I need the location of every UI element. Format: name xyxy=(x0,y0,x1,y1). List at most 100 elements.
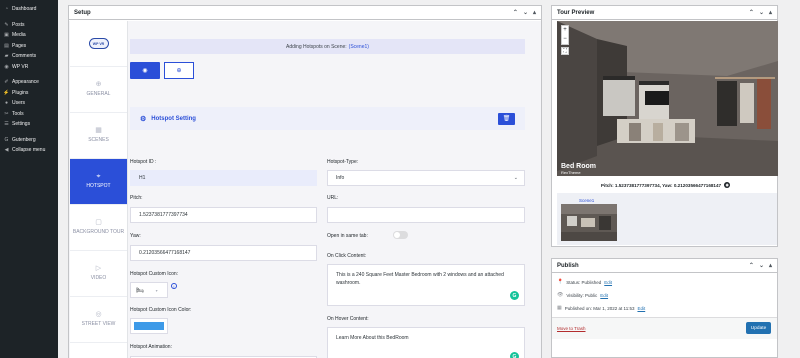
logo-text: WP VR xyxy=(88,38,109,49)
scene-subtitle: RexTheme xyxy=(561,170,581,175)
sidebar-item-users[interactable]: ● Users xyxy=(0,98,58,109)
tour-preview-header: Tour Preview ⌃ ⌄ ▴ xyxy=(552,6,777,20)
sidebar-item-label: Dashboard xyxy=(12,6,37,13)
sidebar-item-posts[interactable]: ✎ Posts xyxy=(0,20,58,31)
move-up-icon[interactable]: ⌃ xyxy=(749,262,754,269)
sidebar-item-label: Settings xyxy=(12,121,31,128)
sidebar-item-dashboard[interactable]: ◔ Dashboard xyxy=(0,4,58,15)
panorama-viewer[interactable]: + − ⛶ Bed Room RexTheme xyxy=(557,21,778,176)
on-hover-label: On Hover Content: xyxy=(327,316,369,322)
move-down-icon[interactable]: ⌄ xyxy=(523,9,528,16)
scene1-thumbnail-image xyxy=(561,204,617,241)
move-down-icon[interactable]: ⌄ xyxy=(759,9,764,16)
plus-circle-icon: ⊕ xyxy=(176,68,182,74)
on-click-text: This is a 240 Square Feet Master Bedroom… xyxy=(336,272,504,286)
hotspot-setting-title: Hotspot Setting xyxy=(151,115,196,122)
setup-panel: Setup ⌃ ⌄ ▴ WP VR ⊕ GENERAL ▦ SCENES ⌖ H… xyxy=(68,5,542,358)
on-hover-textarea[interactable]: Learn More About this BedRoom G xyxy=(327,327,525,358)
tab-scenes[interactable]: ▦ SCENES xyxy=(70,113,127,159)
delete-hotspot-button[interactable]: 🗑 xyxy=(498,112,515,125)
video-icon: ▷ xyxy=(95,265,102,272)
comment-icon: ▰ xyxy=(4,53,9,60)
sidebar-item-tools[interactable]: ✂ Tools xyxy=(0,109,58,120)
move-to-trash-link[interactable]: Move to Trash xyxy=(557,326,586,331)
move-up-icon[interactable]: ⌃ xyxy=(513,9,518,16)
pin-icon: 📍 xyxy=(557,279,564,285)
pitch-yaw-text: Pitch: 1.5237381777397734, Yaw: 0.212035… xyxy=(600,182,722,188)
grammarly-icon[interactable]: G xyxy=(510,352,519,358)
tour-preview-panel: Tour Preview ⌃ ⌄ ▴ + − ⛶ Bed Room RexThe… xyxy=(551,5,778,247)
sidebar-item-appearance[interactable]: ✐ Appearance xyxy=(0,77,58,88)
url-input[interactable] xyxy=(327,207,525,223)
update-button[interactable]: Update xyxy=(746,322,771,334)
panel-title: Setup xyxy=(74,9,91,16)
collapse-panel-icon[interactable]: ▴ xyxy=(769,262,772,269)
on-click-textarea[interactable]: This is a 240 Square Feet Master Bedroom… xyxy=(327,264,525,306)
zoom-controls: + − xyxy=(561,25,569,45)
sidebar-item-media[interactable]: ▣ Media xyxy=(0,30,58,41)
publish-visibility: 👁 Visibility: Public Edit xyxy=(557,292,608,298)
collapse-panel-icon[interactable]: ▴ xyxy=(769,9,772,16)
custom-icon-label: Hotspot Custom Icon: xyxy=(130,271,179,277)
tab-background-tour[interactable]: ▢ BACKGROUND TOUR xyxy=(70,205,127,251)
eye-icon[interactable]: ◉ xyxy=(724,182,731,188)
scenes-icon: ▦ xyxy=(95,127,102,134)
info-icon[interactable]: i xyxy=(171,283,177,289)
zoom-out-icon[interactable]: − xyxy=(563,35,567,44)
color-fill xyxy=(134,322,164,330)
add-hotspot-button[interactable]: ⊕ xyxy=(164,62,194,79)
status-text: Status: Published xyxy=(566,279,602,285)
gutenberg-icon: G xyxy=(4,136,9,143)
vr-icon: ◉ xyxy=(4,63,9,70)
trash-icon: 🗑 xyxy=(502,116,511,122)
pitch-input[interactable]: 1.5237381777397734 xyxy=(130,207,317,223)
yaw-label: Yaw: xyxy=(130,233,141,239)
sidebar-item-collapse[interactable]: ◀ Collapse menu xyxy=(0,145,58,156)
sidebar-item-wp-vr[interactable]: ◉ WP VR xyxy=(0,62,58,73)
sidebar-item-gutenberg[interactable]: G Gutenberg xyxy=(0,135,58,146)
scene-thumbnail[interactable] xyxy=(561,204,617,241)
sidebar-item-comments[interactable]: ▰ Comments xyxy=(0,51,58,62)
icon-color-picker[interactable] xyxy=(130,318,168,334)
collapse-panel-icon[interactable]: ▴ xyxy=(533,9,536,16)
zoom-in-icon[interactable]: + xyxy=(563,26,567,35)
move-down-icon[interactable]: ⌄ xyxy=(759,262,764,269)
custom-icon-picker[interactable]: 🛏 ▾ xyxy=(130,282,168,298)
panel-title: Publish xyxy=(557,262,579,269)
tab-hotspot[interactable]: ⌖ HOTSPOT xyxy=(70,159,127,205)
panel-toggles: ⌃ ⌄ ▴ xyxy=(749,262,772,269)
wrench-icon: ✂ xyxy=(4,110,9,117)
user-icon: ● xyxy=(4,100,9,107)
move-up-icon[interactable]: ⌃ xyxy=(749,9,754,16)
tab-video[interactable]: ▷ VIDEO xyxy=(70,251,127,297)
grammarly-icon[interactable]: G xyxy=(510,291,519,300)
setup-body: WP VR ⊕ GENERAL ▦ SCENES ⌖ HOTSPOT ▢ BAC… xyxy=(69,21,541,358)
edit-status-link[interactable]: Edit xyxy=(604,280,612,285)
hotspot-id-input[interactable]: H1 xyxy=(130,170,317,186)
fullscreen-icon[interactable]: ⛶ xyxy=(561,47,569,55)
publish-actions: Move to Trash Update xyxy=(552,317,777,339)
edit-date-link[interactable]: Edit xyxy=(637,306,645,311)
sidebar-item-settings[interactable]: ☰ Settings xyxy=(0,119,58,130)
pin-icon: ✎ xyxy=(4,21,9,28)
tab-label: GENERAL xyxy=(86,91,111,97)
sidebar-item-plugins[interactable]: ⚡ Plugins xyxy=(0,88,58,99)
eye-icon: 👁 xyxy=(557,292,564,298)
circle-dot-icon: ◉ xyxy=(142,68,148,74)
tab-label: HOTSPOT xyxy=(86,183,111,189)
same-tab-toggle[interactable] xyxy=(393,231,408,239)
plugin-icon: ⚡ xyxy=(3,89,10,96)
yaw-input[interactable]: 0.21203566477168147 xyxy=(130,245,317,261)
edit-visibility-link[interactable]: Edit xyxy=(600,293,608,298)
hotspot-1-button[interactable]: ◉ xyxy=(130,62,160,79)
scene-bar-prefix: Adding Hotspots on Scene: xyxy=(286,43,347,50)
animation-label: Hotspot Animation: xyxy=(130,344,172,350)
scene-title: Bed Room xyxy=(561,163,596,170)
target-icon: ⊕ xyxy=(95,81,102,88)
tab-general[interactable]: ⊕ GENERAL xyxy=(70,67,127,113)
on-click-label: On Click Content: xyxy=(327,253,367,259)
sidebar-item-pages[interactable]: ▤ Pages xyxy=(0,41,58,52)
hotspot-type-select[interactable]: Info ⌄ xyxy=(327,170,525,186)
tab-street-view[interactable]: ◎ STREET VIEW xyxy=(70,297,127,343)
same-tab-label: Open in same tab: xyxy=(327,233,368,239)
